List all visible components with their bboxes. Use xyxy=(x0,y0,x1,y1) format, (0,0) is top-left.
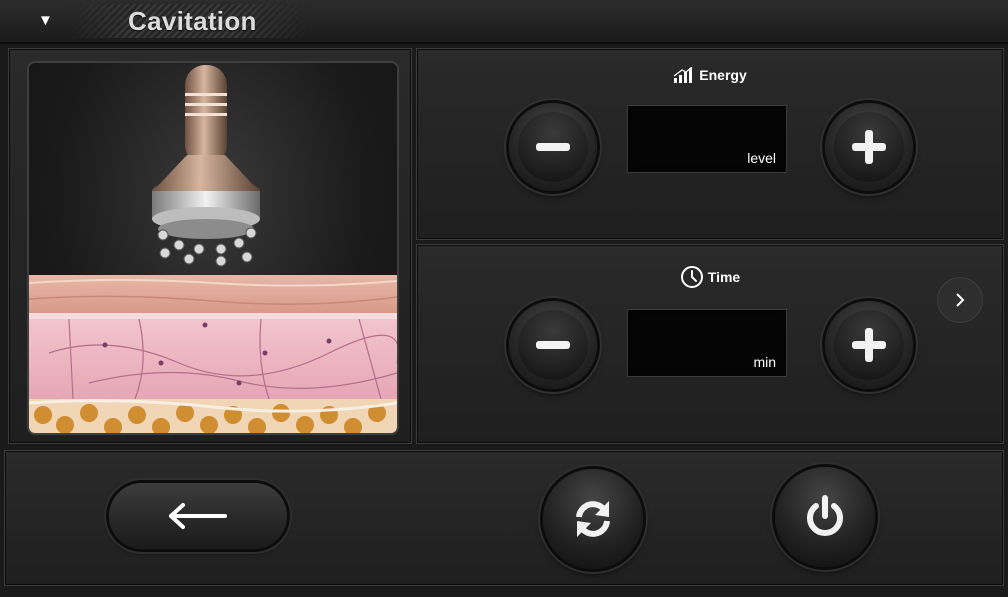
time-display: min xyxy=(627,309,787,377)
clock-icon xyxy=(680,265,704,292)
plus-icon xyxy=(852,130,886,164)
back-button[interactable] xyxy=(109,483,287,549)
time-increase-button[interactable] xyxy=(825,301,913,389)
energy-display: level xyxy=(627,105,787,173)
energy-unit: level xyxy=(747,150,776,166)
signal-bars-icon xyxy=(673,66,695,86)
energy-label: Energy xyxy=(699,67,747,84)
next-page-button[interactable] xyxy=(937,277,983,323)
power-icon xyxy=(807,495,843,536)
power-button[interactable] xyxy=(775,467,875,567)
refresh-icon xyxy=(576,501,610,537)
energy-increase-button[interactable] xyxy=(825,103,913,191)
bottom-toolbar xyxy=(4,450,1004,586)
cavitation-illustration xyxy=(27,61,399,435)
time-panel: Time min xyxy=(416,244,1004,444)
time-heading: Time xyxy=(417,265,1003,292)
time-label: Time xyxy=(707,269,741,286)
plus-icon xyxy=(852,328,886,362)
illustration-panel xyxy=(8,48,412,444)
header-bar: ▼ Cavitation xyxy=(0,0,1008,44)
energy-panel: Energy level xyxy=(416,48,1004,240)
energy-decrease-button[interactable] xyxy=(509,103,597,191)
time-decrease-button[interactable] xyxy=(509,301,597,389)
minus-icon xyxy=(536,143,570,151)
minus-icon xyxy=(536,341,570,349)
arrow-left-icon xyxy=(169,503,227,529)
page-title: Cavitation xyxy=(128,6,257,36)
chevron-right-icon xyxy=(956,293,965,307)
energy-heading: Energy xyxy=(417,66,1003,86)
time-unit: min xyxy=(753,354,776,370)
reset-button[interactable] xyxy=(543,469,643,569)
triangle-down-icon[interactable]: ▼ xyxy=(38,12,53,29)
